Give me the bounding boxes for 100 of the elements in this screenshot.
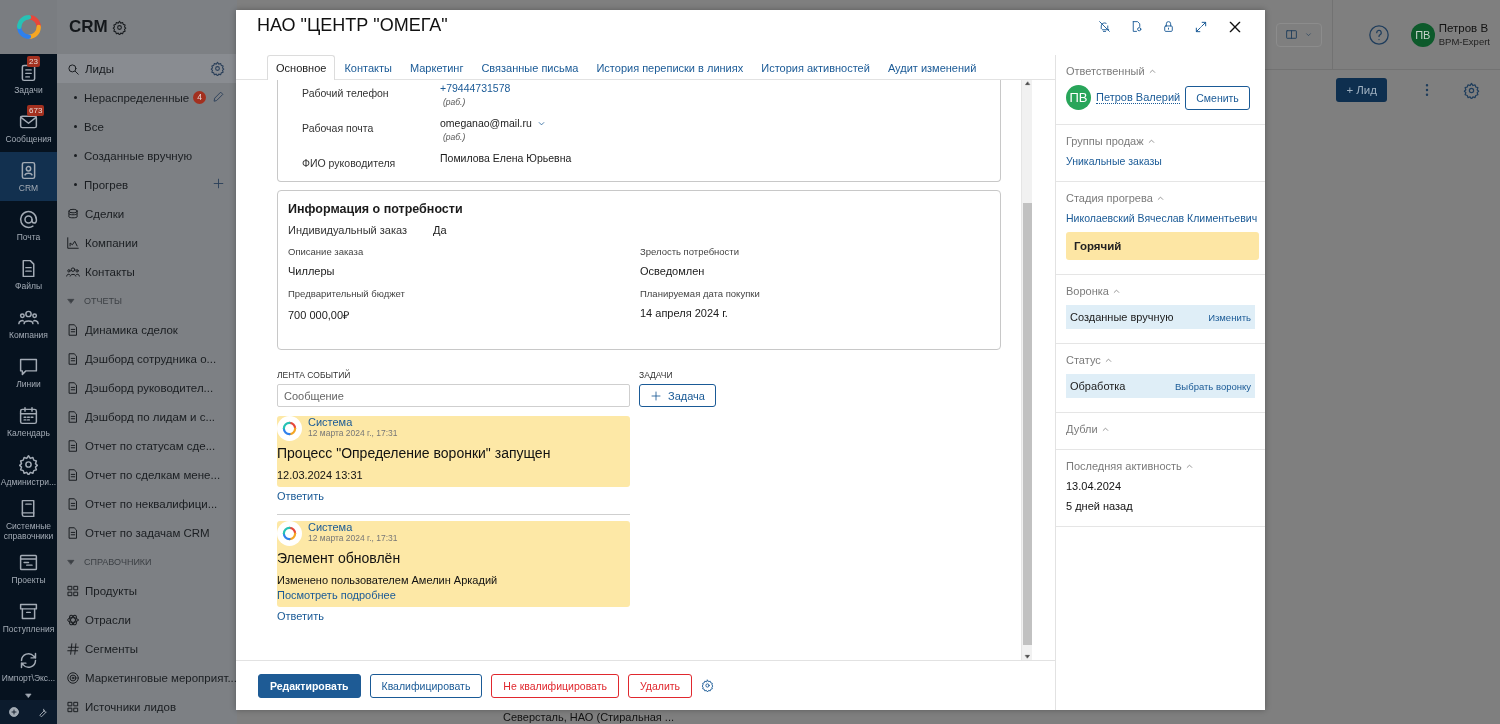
field-label: Индивидуальный заказ xyxy=(288,224,408,236)
sidebar-item[interactable]: Динамика сделок xyxy=(57,315,237,344)
sidebar-subitem[interactable]: Нераспределенные xyxy=(57,83,190,112)
settings-icon[interactable] xyxy=(1463,81,1480,99)
sidebar-subitem[interactable]: Все xyxy=(57,112,104,141)
rail-item[interactable]: CRM xyxy=(0,152,57,201)
sidebar-item[interactable]: Отчет по статусам сде... xyxy=(57,431,237,460)
field-note: (раб.) xyxy=(442,97,467,107)
change-link[interactable]: Изменить xyxy=(1208,311,1251,323)
sidebar-item[interactable]: Компании xyxy=(57,228,237,257)
tab[interactable]: История активностей xyxy=(752,55,879,80)
rail-item[interactable]: Системные справочники xyxy=(0,495,57,544)
settings-icon xyxy=(18,453,39,475)
document-icon xyxy=(66,351,80,366)
rail-item[interactable]: Файлы xyxy=(0,250,57,299)
tab[interactable]: История переписки в линиях xyxy=(587,55,753,80)
plus-icon[interactable] xyxy=(212,177,225,190)
sidebar-item[interactable]: Дэшборд сотрудника о... xyxy=(57,344,237,373)
settings-icon[interactable] xyxy=(210,61,225,76)
expand-icon[interactable] xyxy=(1194,19,1208,34)
sidebar-item[interactable]: Продукты xyxy=(57,576,237,605)
rail-item[interactable]: Администри... xyxy=(0,446,57,495)
sidebar-item[interactable]: Отчет по задачам CRM xyxy=(57,518,237,547)
rail-item[interactable]: Почта xyxy=(0,201,57,250)
rail-item[interactable]: Проекты xyxy=(0,544,57,593)
document-icon xyxy=(66,525,80,540)
event-author[interactable]: Система xyxy=(308,521,398,533)
sidebar-item[interactable]: Отчет по сделкам мене... xyxy=(57,460,237,489)
person-link[interactable]: Петров Валерий xyxy=(1096,91,1181,104)
scroll-down-icon xyxy=(1023,653,1031,660)
columns-icon xyxy=(1284,28,1298,41)
rail-item[interactable]: Календарь xyxy=(0,397,57,446)
section-title: Последняя активность xyxy=(1066,460,1182,472)
event-title: Элемент обновлён xyxy=(277,550,402,566)
sidebar-item[interactable]: Дэшборд руководител... xyxy=(57,373,237,402)
field-value: omeganao@mail.ru xyxy=(440,117,532,129)
pencil-icon[interactable] xyxy=(212,90,225,103)
sidebar-item[interactable]: Дэшборд по лидам и с... xyxy=(57,402,237,431)
details-link[interactable]: Посмотреть подробнее xyxy=(277,589,396,601)
sidebar-subitem[interactable]: Прогрев xyxy=(57,170,129,199)
change-button[interactable]: Сменить xyxy=(1185,85,1250,110)
action-button[interactable]: Редактировать xyxy=(258,673,361,698)
user-name[interactable]: Петров В xyxy=(1438,21,1490,36)
section-title: Стадия прогрева xyxy=(1066,192,1153,204)
tab[interactable]: Контакты xyxy=(335,55,401,80)
sidebar-subitem[interactable]: Созданные вручную xyxy=(57,141,193,170)
lock-icon[interactable] xyxy=(1162,20,1175,33)
change-link[interactable]: Выбрать воронку xyxy=(1175,380,1251,392)
sidebar-item[interactable]: Отрасли xyxy=(57,605,237,634)
scrollbar[interactable] xyxy=(1021,80,1032,660)
field-value: Да xyxy=(433,224,447,236)
layout-button[interactable] xyxy=(1275,22,1322,47)
message-field[interactable]: Сообщение xyxy=(277,384,630,407)
rail-item[interactable]: Поступления xyxy=(0,593,57,642)
tab[interactable]: Аудит изменений xyxy=(878,55,986,80)
field-label: Рабочий телефон xyxy=(302,86,390,99)
action-button[interactable]: Квалифицировать xyxy=(369,673,483,698)
field-value: Обработка xyxy=(1070,380,1126,392)
settings-icon[interactable] xyxy=(701,679,715,692)
document-icon[interactable] xyxy=(1130,20,1143,33)
search-icon xyxy=(66,61,80,76)
rail-item[interactable]: 23 Задачи xyxy=(0,54,57,103)
tab[interactable]: Маркетинг xyxy=(400,55,473,80)
section-caption: ЛЕНТА СОБЫТИЙ xyxy=(277,370,352,380)
sidebar-item[interactable]: Отчет по неквалифици... xyxy=(57,489,237,518)
action-button[interactable]: Не квалифицировать xyxy=(491,673,619,698)
settings-icon[interactable] xyxy=(111,19,127,35)
scroll-up-icon xyxy=(1023,80,1031,87)
sidebar-item[interactable]: Сегменты xyxy=(57,634,237,663)
target-icon xyxy=(66,670,80,685)
phone-link[interactable]: +79444731578 xyxy=(440,82,511,94)
count-badge: 673 xyxy=(27,104,45,116)
add-icon[interactable] xyxy=(8,706,20,718)
add-task-button[interactable]: Задача xyxy=(639,384,716,407)
action-button[interactable]: Удалить xyxy=(628,673,693,698)
rail-item[interactable]: 673 Сообщения xyxy=(0,103,57,152)
tab[interactable]: Связанные письма xyxy=(472,55,588,80)
list-row-title[interactable]: Северсталь, НАО (Стиральная ... xyxy=(237,711,1500,724)
bullet-icon xyxy=(74,96,77,99)
rail-item[interactable]: Компания xyxy=(0,299,57,348)
help-icon[interactable] xyxy=(1367,23,1390,46)
reply-link[interactable]: Ответить xyxy=(277,490,325,502)
sidebar-item[interactable]: Лиды xyxy=(57,54,237,83)
event-author[interactable]: Система xyxy=(308,416,398,428)
sidebar-item[interactable]: Маркетинговые мероприят... xyxy=(57,663,237,692)
event-text: Изменено пользователем Амелин Аркадий xyxy=(277,574,499,586)
rail-item[interactable]: Импорт\Экс... xyxy=(0,642,57,691)
bullet-icon xyxy=(74,154,77,157)
group-link[interactable]: Уникальные заказы xyxy=(1066,155,1259,167)
tab[interactable]: Основное xyxy=(267,55,336,80)
bell-off-icon[interactable] xyxy=(1098,20,1111,33)
person-link[interactable]: Николаевский Вячеслав Климентьевич xyxy=(1066,212,1259,224)
sidebar-item[interactable]: Источники лидов xyxy=(57,692,237,721)
sidebar-item[interactable]: Контакты xyxy=(57,257,237,286)
sidebar-item[interactable]: Сделки xyxy=(57,199,237,228)
field-note: (раб.) xyxy=(442,132,467,142)
caret-down-icon xyxy=(1303,30,1313,39)
reply-link[interactable]: Ответить xyxy=(277,610,325,622)
add-lead-button[interactable]: + Лид xyxy=(1336,78,1387,102)
rail-item[interactable]: Линии xyxy=(0,348,57,397)
